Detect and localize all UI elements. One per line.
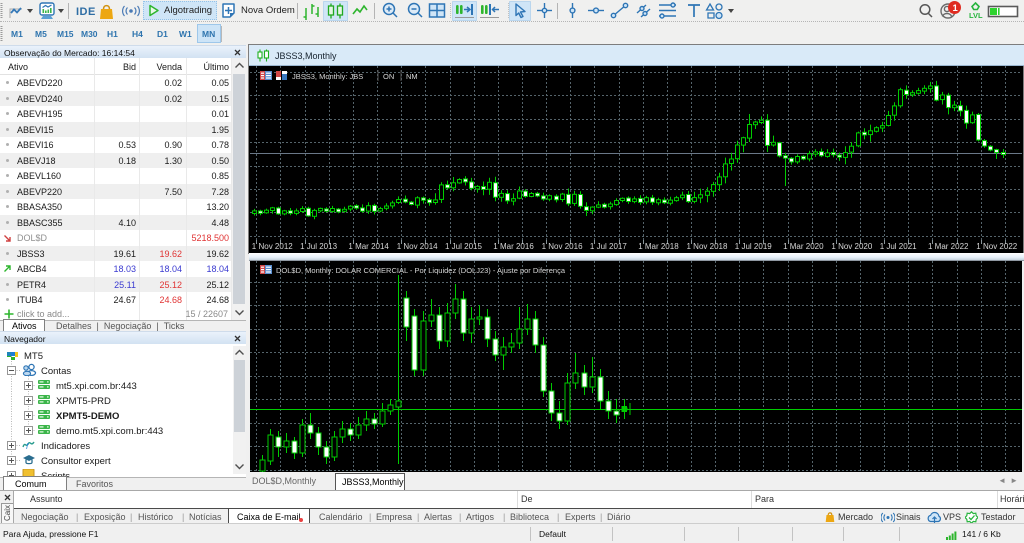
svg-text:1 Mar 2018: 1 Mar 2018 — [638, 242, 679, 251]
svg-text:IDE: IDE — [76, 6, 96, 18]
svg-text:1 Nov 2020: 1 Nov 2020 — [831, 242, 872, 251]
svg-text:1 Jul 2015: 1 Jul 2015 — [445, 242, 482, 251]
svg-text:JBSS3, Monthly: JBS: JBSS3, Monthly: JBS — [292, 72, 363, 81]
svg-text:1 Nov 2014: 1 Nov 2014 — [397, 242, 438, 251]
svg-text:1 Mar 2020: 1 Mar 2020 — [783, 242, 824, 251]
svg-text:1 Nov 2022: 1 Nov 2022 — [976, 242, 1017, 251]
svg-text:1: 1 — [953, 3, 959, 14]
svg-text:1 Jul 2019: 1 Jul 2019 — [735, 242, 772, 251]
svg-text:1 Nov 2016: 1 Nov 2016 — [542, 242, 583, 251]
svg-text:1 Nov 2012: 1 Nov 2012 — [252, 242, 293, 251]
svg-text:1 Nov 2018: 1 Nov 2018 — [687, 242, 728, 251]
svg-text:1 Mar 2022: 1 Mar 2022 — [928, 242, 969, 251]
svg-text:1 Jul 2017: 1 Jul 2017 — [590, 242, 627, 251]
svg-text:DOL$D, Monthly: DOLAR COMERCI: DOL$D, Monthly: DOLAR COMERCIAL - Por Li… — [276, 266, 566, 275]
svg-text:1 Jul 2013: 1 Jul 2013 — [300, 242, 337, 251]
svg-text:ON: ON — [383, 72, 394, 81]
svg-text:LVL: LVL — [969, 11, 983, 20]
svg-text:1 Mar 2016: 1 Mar 2016 — [493, 242, 534, 251]
svg-text:1 Mar 2014: 1 Mar 2014 — [348, 242, 389, 251]
svg-text:1 Jul 2021: 1 Jul 2021 — [880, 242, 917, 251]
svg-text:NM: NM — [406, 72, 418, 81]
